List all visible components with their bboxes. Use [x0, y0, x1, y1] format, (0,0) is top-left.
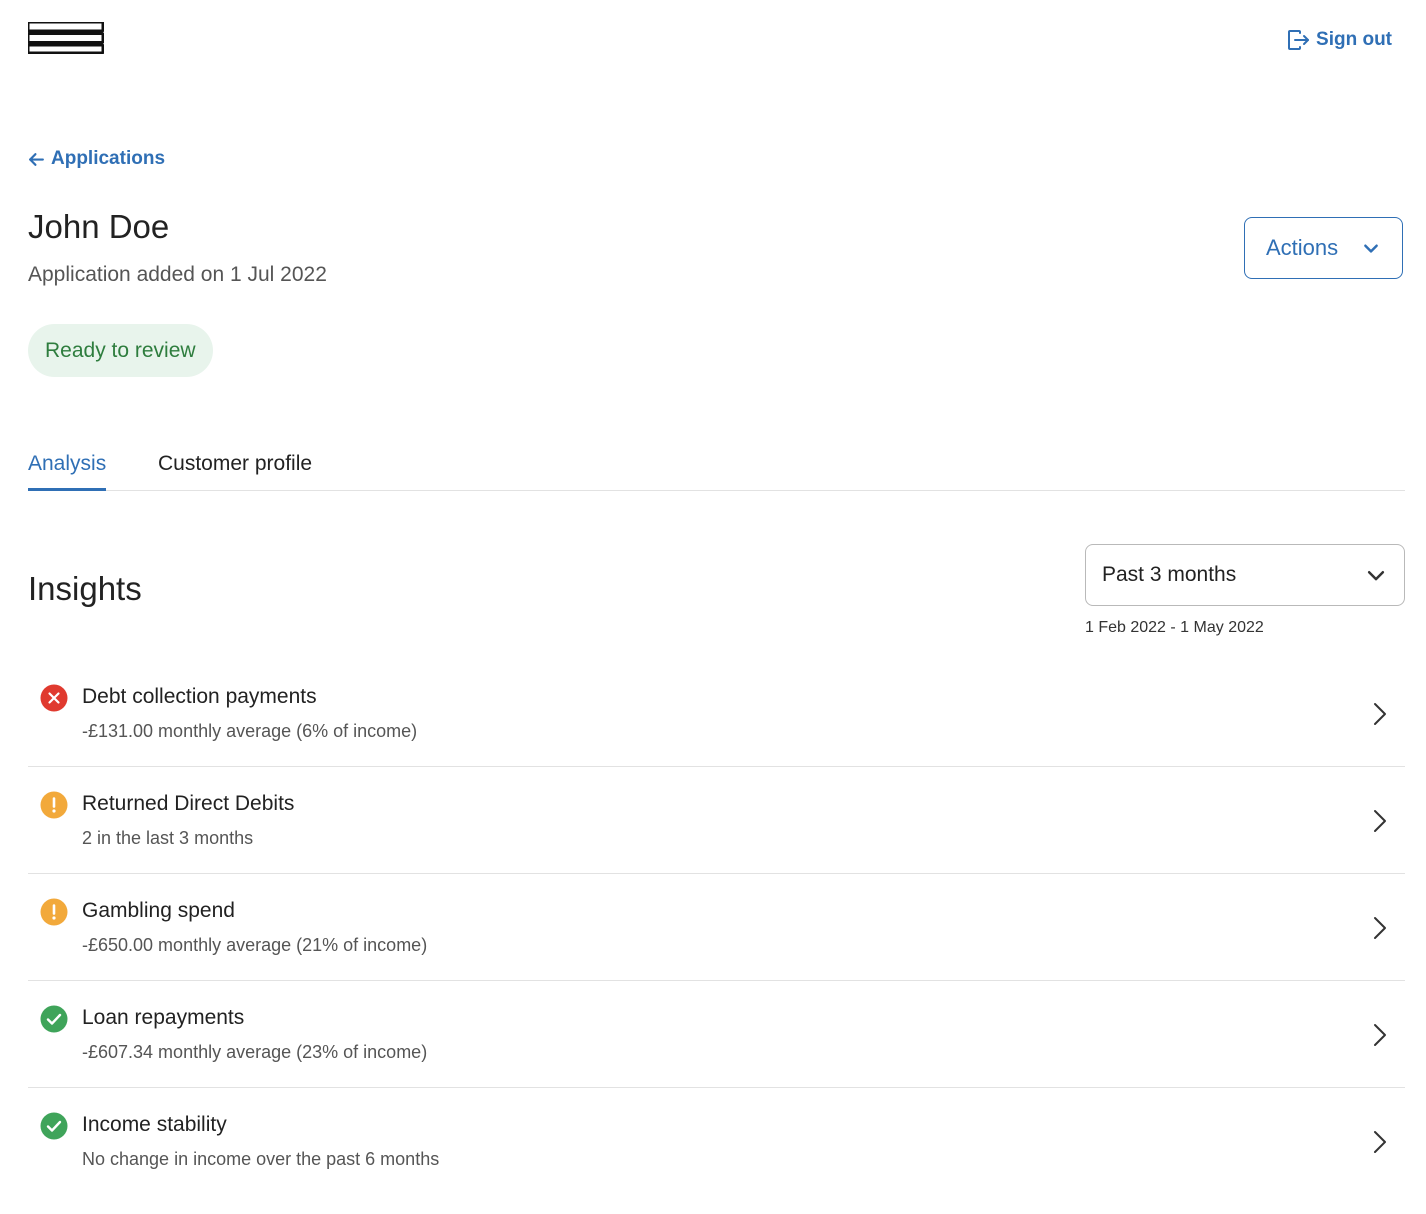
insight-title: Returned Direct Debits: [82, 792, 295, 815]
tab-customer-profile[interactable]: Customer profile: [158, 452, 312, 488]
period-date-range: 1 Feb 2022 - 1 May 2022: [1085, 619, 1264, 636]
insight-title: Income stability: [82, 1113, 227, 1136]
period-select-value: Past 3 months: [1102, 563, 1237, 586]
tab-analysis[interactable]: Analysis: [28, 452, 107, 491]
back-to-applications-link[interactable]: Applications: [28, 148, 165, 170]
application-page: Sign out Applications John Doe Applicati…: [0, 0, 1426, 1214]
back-link-label: Applications: [51, 148, 166, 169]
status-badge: Ready to review: [28, 324, 213, 377]
chevron-down-icon: [1367, 571, 1385, 581]
chevron-right-icon: [1374, 1024, 1386, 1046]
error-icon: [40, 684, 68, 712]
insight-row-debt-collection[interactable]: Debt collection payments -£131.00 monthl…: [28, 660, 1405, 767]
chevron-right-icon: [1374, 810, 1386, 832]
insight-description: -£607.34 monthly average (23% of income): [82, 1042, 428, 1062]
actions-label: Actions: [1266, 235, 1339, 260]
insight-row-loan-repayments[interactable]: Loan repayments -£607.34 monthly average…: [28, 981, 1405, 1088]
applicant-name: John Doe: [28, 208, 170, 245]
actions-dropdown-button[interactable]: Actions: [1244, 217, 1403, 279]
sign-out-label: Sign out: [1316, 29, 1392, 50]
insight-row-gambling-spend[interactable]: Gambling spend -£650.00 monthly average …: [28, 874, 1405, 981]
insight-title: Debt collection payments: [82, 685, 317, 708]
chevron-right-icon: [1374, 703, 1386, 725]
arrow-left-icon: [29, 152, 44, 166]
insight-title: Gambling spend: [82, 899, 235, 922]
logo-icon: [28, 22, 104, 54]
insight-list: Debt collection payments -£131.00 monthl…: [28, 660, 1405, 1195]
chevron-down-icon: [1364, 244, 1379, 253]
check-icon: [40, 1005, 68, 1033]
check-icon: [40, 1112, 68, 1140]
insight-description: -£650.00 monthly average (21% of income): [82, 935, 428, 955]
insight-description: -£131.00 monthly average (6% of income): [82, 721, 418, 741]
tab-bar: Analysis Customer profile: [28, 452, 1405, 491]
insight-description: No change in income over the past 6 mont…: [82, 1149, 440, 1169]
warning-icon: [40, 898, 68, 926]
insight-title: Loan repayments: [82, 1006, 245, 1029]
sign-out-button[interactable]: Sign out: [1286, 28, 1392, 52]
chevron-right-icon: [1374, 1131, 1386, 1153]
sign-out-icon: [1288, 30, 1310, 50]
insight-row-income-stability[interactable]: Income stability No change in income ove…: [28, 1088, 1405, 1195]
chevron-right-icon: [1374, 917, 1386, 939]
insights-heading: Insights: [28, 570, 142, 607]
insight-row-returned-direct-debits[interactable]: Returned Direct Debits 2 in the last 3 m…: [28, 767, 1405, 874]
application-added-date: Application added on 1 Jul 2022: [28, 263, 327, 286]
period-select[interactable]: Past 3 months: [1085, 544, 1405, 606]
warning-icon: [40, 791, 68, 819]
insight-description: 2 in the last 3 months: [82, 828, 254, 848]
